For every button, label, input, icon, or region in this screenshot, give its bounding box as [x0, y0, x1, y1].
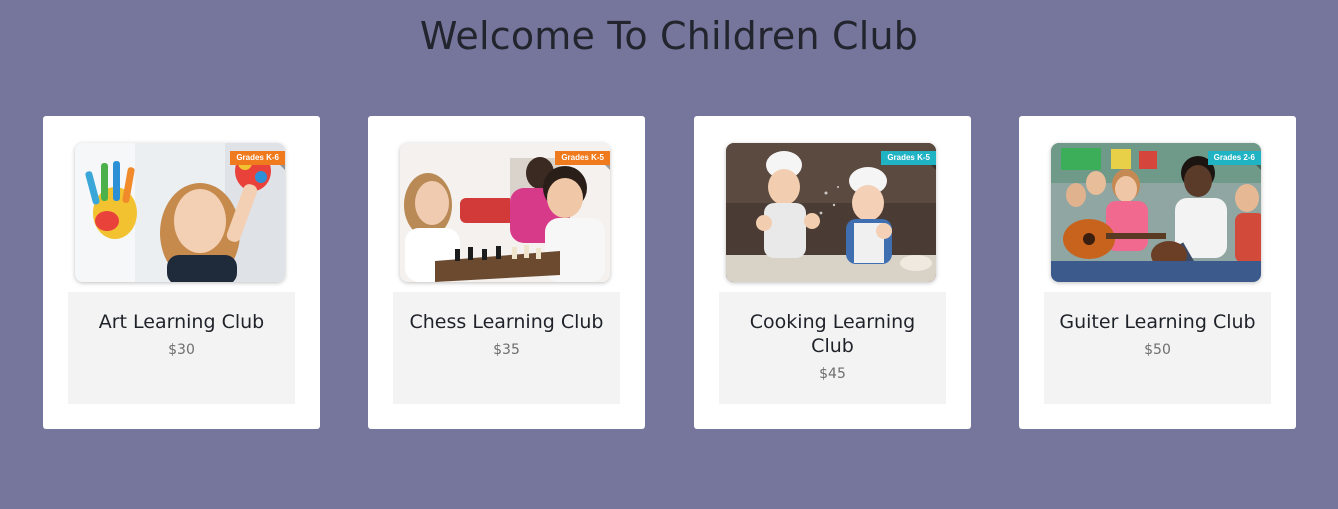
- club-card-cooking[interactable]: Grades K-5 Cooking Learning Club $45: [694, 116, 971, 429]
- club-price: $50: [1144, 342, 1171, 358]
- grade-badge: Grades K-5: [555, 151, 610, 170]
- club-card-art[interactable]: Grades K-6 Art Learning Club $30: [43, 116, 320, 429]
- club-price: $30: [168, 342, 195, 358]
- page-title: Welcome To Children Club: [419, 14, 919, 58]
- club-price: $35: [493, 342, 520, 358]
- club-name[interactable]: Guiter Learning Club: [1058, 310, 1257, 334]
- guitar-club-photo[interactable]: Grades 2-6: [1051, 143, 1261, 282]
- grade-badge: Grades K-6: [230, 151, 285, 170]
- club-info: Guiter Learning Club $50: [1044, 292, 1271, 404]
- cooking-club-photo[interactable]: Grades K-5: [726, 143, 936, 282]
- club-price: $45: [819, 366, 846, 382]
- club-name[interactable]: Chess Learning Club: [407, 310, 606, 334]
- grade-badge: Grades K-5: [881, 151, 936, 170]
- club-info: Art Learning Club $30: [68, 292, 295, 404]
- art-club-photo[interactable]: Grades K-6: [75, 143, 285, 282]
- club-name[interactable]: Cooking Learning Club: [733, 310, 932, 358]
- grade-badge: Grades 2-6: [1207, 151, 1261, 170]
- club-name[interactable]: Art Learning Club: [82, 310, 281, 334]
- club-card-chess[interactable]: Grades K-5 Chess Learning Club $35: [368, 116, 645, 429]
- chess-club-photo[interactable]: Grades K-5: [400, 143, 610, 282]
- club-card-guitar[interactable]: Grades 2-6 Guiter Learning Club $50: [1019, 116, 1296, 429]
- club-info: Cooking Learning Club $45: [719, 292, 946, 404]
- club-info: Chess Learning Club $35: [393, 292, 620, 404]
